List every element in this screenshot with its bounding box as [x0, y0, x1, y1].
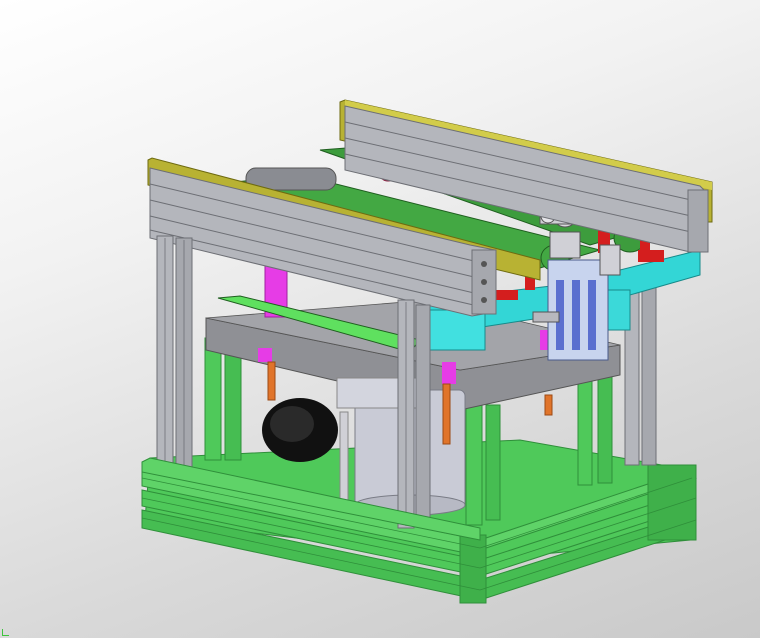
- triad-corner-icon: [2, 629, 9, 636]
- base-frame-corner-block: [459, 534, 487, 604]
- conveyor-assembly-model[interactable]: [0, 0, 760, 638]
- cad-viewport[interactable]: [0, 0, 760, 638]
- base-frame-end-block: [647, 464, 697, 541]
